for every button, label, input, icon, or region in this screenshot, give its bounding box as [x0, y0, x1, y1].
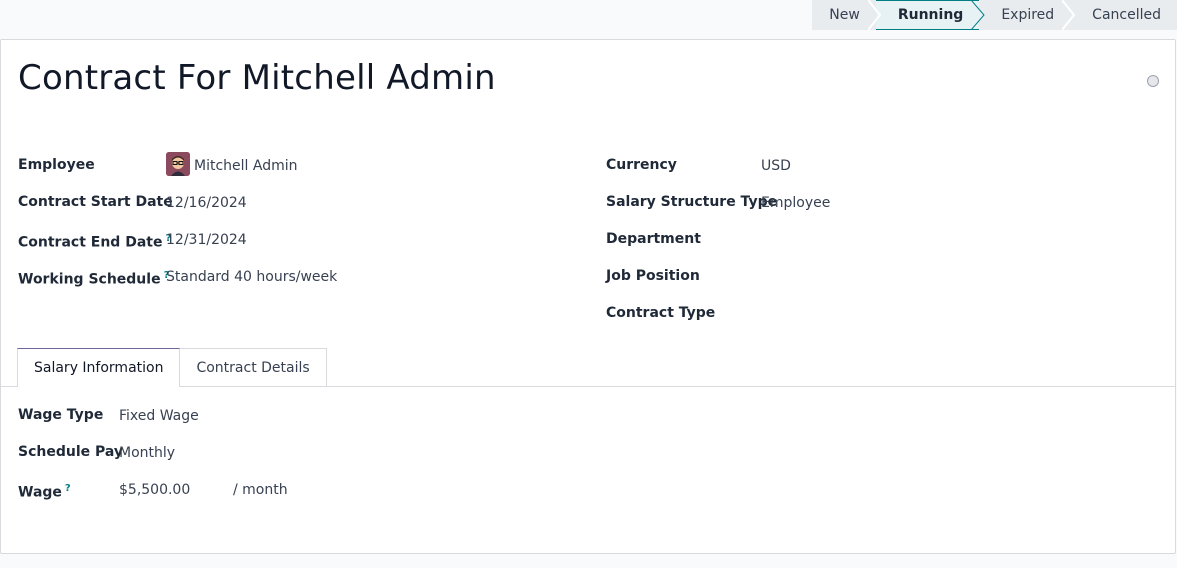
wage-label: Wage?	[18, 479, 71, 503]
stage-separator-icon	[1062, 0, 1076, 30]
working-schedule-value[interactable]: Standard 40 hours/week	[166, 267, 337, 287]
wage-value[interactable]: $5,500.00	[119, 480, 190, 500]
structure-type-value[interactable]: Employee	[761, 193, 830, 213]
notebook-tabs: Salary Information Contract Details	[17, 348, 327, 387]
working-schedule-label-text: Working Schedule	[18, 271, 161, 288]
end-date-value[interactable]: 12/31/2024	[166, 230, 247, 250]
end-date-label-text: Contract End Date	[18, 234, 163, 251]
department-input[interactable]	[761, 230, 1141, 250]
stage-new-label: New	[829, 7, 860, 23]
stage-cancelled-label: Cancelled	[1092, 7, 1161, 23]
contract-title[interactable]: Contract For Mitchell Admin	[18, 58, 496, 98]
contract-status-bar: New Running Expired Cancelled	[812, 0, 1177, 30]
wage-type-label: Wage Type	[18, 407, 104, 423]
employee-value[interactable]: Mitchell Admin	[166, 152, 298, 176]
stage-running[interactable]: Running	[875, 0, 985, 30]
stage-expired[interactable]: Expired	[979, 0, 1076, 30]
contract-type-input[interactable]	[761, 304, 1141, 324]
stage-new[interactable]: New	[812, 0, 882, 30]
working-schedule-label: Working Schedule?	[18, 266, 169, 290]
wage-type-value[interactable]: Fixed Wage	[119, 406, 199, 426]
contract-type-label: Contract Type	[606, 305, 716, 321]
department-label: Department	[606, 231, 701, 247]
employee-label: Employee	[18, 157, 95, 173]
stage-active-arrow-icon	[971, 0, 985, 30]
stage-cancelled[interactable]: Cancelled	[1070, 0, 1177, 30]
employee-name: Mitchell Admin	[194, 158, 298, 174]
start-date-value[interactable]: 12/16/2024	[166, 193, 247, 213]
wage-label-text: Wage	[18, 484, 62, 501]
form-sheet: Contract For Mitchell Admin Employee Mit…	[0, 39, 1176, 554]
job-position-input[interactable]	[761, 267, 1141, 287]
tab-contract-details[interactable]: Contract Details	[180, 348, 327, 386]
end-date-label: Contract End Date?	[18, 229, 171, 253]
schedule-pay-value[interactable]: Monthly	[119, 443, 175, 463]
status-circle-icon[interactable]	[1147, 75, 1159, 87]
stage-expired-label: Expired	[1001, 7, 1055, 23]
employee-avatar	[166, 152, 190, 176]
stage-separator-icon	[867, 0, 882, 30]
wage-unit: / month	[233, 482, 288, 498]
schedule-pay-label: Schedule Pay	[18, 444, 124, 460]
help-tooltip-icon[interactable]: ?	[65, 483, 71, 494]
start-date-label: Contract Start Date	[18, 194, 173, 210]
currency-label: Currency	[606, 157, 677, 173]
stage-running-label: Running	[897, 7, 964, 23]
job-position-label: Job Position	[606, 268, 700, 284]
currency-value[interactable]: USD	[761, 156, 791, 176]
tab-salary-information[interactable]: Salary Information	[17, 348, 181, 387]
structure-type-label: Salary Structure Type	[606, 194, 778, 210]
